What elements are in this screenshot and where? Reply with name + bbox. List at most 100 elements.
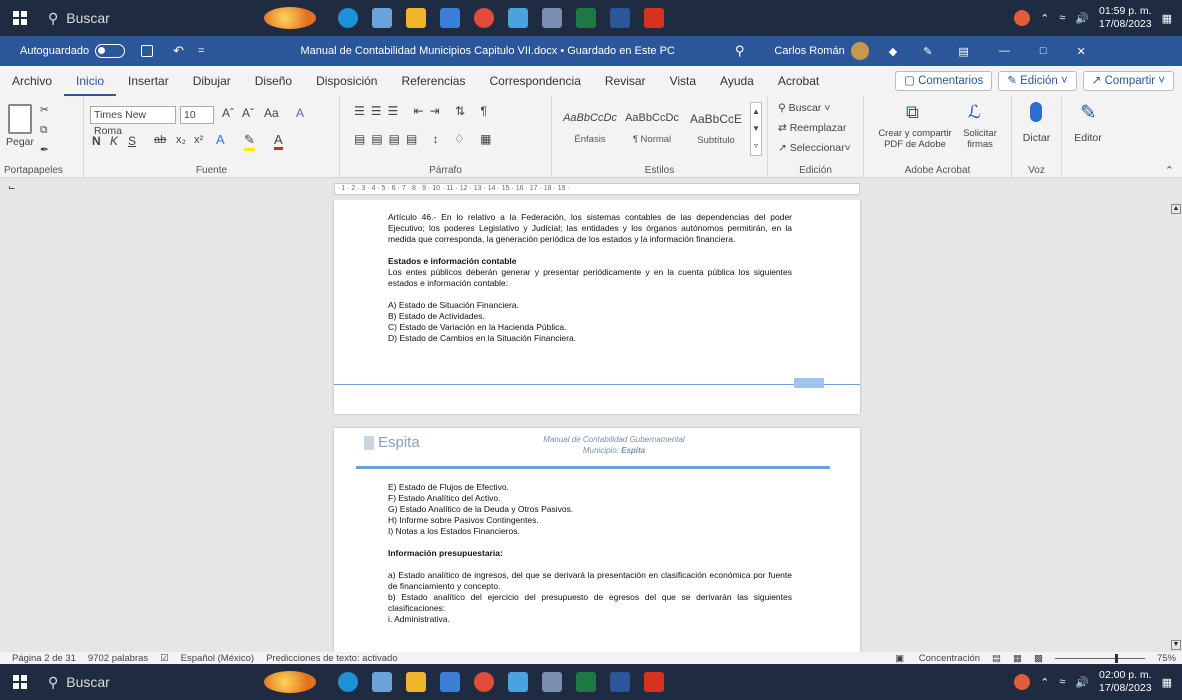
app-icon[interactable] <box>372 672 392 692</box>
superscript-icon[interactable]: x² <box>194 134 203 146</box>
read-mode-icon[interactable]: ▤ <box>992 653 1001 664</box>
subscript-icon[interactable]: x₂ <box>176 134 186 146</box>
dictate-button[interactable]: Dictar <box>1012 132 1061 144</box>
font-name-combo[interactable]: Times New Roma <box>90 106 176 137</box>
pen-icon[interactable]: ✎ <box>923 45 932 58</box>
chrome-icon[interactable] <box>474 8 494 28</box>
page-2-text[interactable]: E) Estado de Flujos de Efectivo. F) Esta… <box>388 482 792 625</box>
font-color-icon[interactable]: A <box>274 132 283 150</box>
tab-disposicion[interactable]: Disposición <box>304 66 389 96</box>
taskbar-search[interactable]: ⚲ Buscar <box>40 0 210 36</box>
notifications-icon[interactable]: ▦ <box>1162 676 1172 689</box>
tab-referencias[interactable]: Referencias <box>389 66 477 96</box>
replace-button[interactable]: ⇄ Reemplazar <box>778 122 846 134</box>
chevron-up-icon[interactable]: ⌃ <box>1040 676 1049 689</box>
notifications-icon[interactable]: ▦ <box>1162 12 1172 25</box>
wifi-icon[interactable]: ≈ <box>1059 12 1065 24</box>
app-icon[interactable] <box>508 8 528 28</box>
editor-icon[interactable]: ✎ <box>1080 100 1097 125</box>
tab-revisar[interactable]: Revisar <box>593 66 658 96</box>
text-predictions-status[interactable]: Predicciones de texto: activado <box>266 653 398 664</box>
maximize-icon[interactable]: □ <box>1040 45 1047 57</box>
tab-acrobat[interactable]: Acrobat <box>766 66 831 96</box>
style-subtitulo[interactable]: AaBbCcE Subtítulo <box>686 112 746 146</box>
style-normal[interactable]: AaBbCcDc ¶ Normal <box>622 112 682 145</box>
format-painter-icon[interactable]: ✒ <box>40 144 49 156</box>
document-title[interactable]: Manual de Contabilidad Municipios Capitu… <box>300 45 674 57</box>
tab-diseno[interactable]: Diseño <box>243 66 304 96</box>
app-icon[interactable] <box>508 672 528 692</box>
zoom-level[interactable]: 75% <box>1157 653 1176 664</box>
edge-icon[interactable] <box>338 672 358 692</box>
page-2[interactable]: Espita Manual de Contabilidad Gubernamen… <box>334 428 860 652</box>
store-icon[interactable] <box>440 672 460 692</box>
find-button[interactable]: ⚲ Buscar ˅ <box>778 102 830 114</box>
bold-icon[interactable]: N <box>92 134 101 148</box>
proofing-icon[interactable]: ☑ <box>160 653 169 664</box>
tab-vista[interactable]: Vista <box>658 66 708 96</box>
paste-icon[interactable] <box>8 104 32 134</box>
tab-dibujar[interactable]: Dibujar <box>181 66 243 96</box>
comments-button[interactable]: ▢ Comentarios <box>895 71 993 91</box>
volume-icon[interactable]: 🔊 <box>1075 12 1089 25</box>
save-icon[interactable] <box>141 45 154 57</box>
diamond-icon[interactable]: ◆ <box>889 45 897 58</box>
strikethrough-icon[interactable]: ab <box>154 134 166 146</box>
file-explorer-icon[interactable] <box>406 8 426 28</box>
signature-icon[interactable]: ℒ <box>968 102 981 123</box>
style-enfasis[interactable]: AaBbCcDc Énfasis <box>560 112 620 145</box>
focus-button[interactable]: ▣ Concentración <box>883 653 980 664</box>
print-layout-icon[interactable]: ▦ <box>1013 653 1022 664</box>
create-pdf-button[interactable]: Crear y compartir PDF de Adobe <box>878 128 952 150</box>
change-case-icon[interactable]: Aa <box>264 106 279 120</box>
wifi-icon[interactable]: ≈ <box>1059 676 1065 688</box>
volume-icon[interactable]: 🔊 <box>1075 676 1089 689</box>
undo-icon[interactable]: ↶ <box>173 43 184 59</box>
store-icon[interactable] <box>440 8 460 28</box>
edge-icon[interactable] <box>338 8 358 28</box>
page-1[interactable]: Artículo 46.- En lo relativo a la Federa… <box>334 200 860 414</box>
scroll-up-icon[interactable]: ▲ <box>1171 204 1181 214</box>
web-layout-icon[interactable]: ▩ <box>1034 653 1043 664</box>
quick-access-icon[interactable]: = <box>198 45 204 57</box>
acrobat-icon[interactable] <box>644 672 664 692</box>
select-button[interactable]: ↗ Seleccionar˅ <box>778 142 851 154</box>
pdf-icon[interactable]: ⧉ <box>906 102 919 123</box>
acrobat-icon[interactable] <box>644 8 664 28</box>
cut-icon[interactable]: ✂ <box>40 104 49 116</box>
start-button[interactable] <box>0 664 40 700</box>
clock[interactable]: 01:59 p. m. 17/08/2023 <box>1099 5 1152 31</box>
tab-insertar[interactable]: Insertar <box>116 66 181 96</box>
microphone-icon[interactable] <box>1030 102 1042 122</box>
avatar[interactable] <box>850 42 869 60</box>
underline-icon[interactable]: S <box>128 134 136 148</box>
word-count[interactable]: 9702 palabras <box>88 653 148 664</box>
help-icon[interactable] <box>1014 674 1031 690</box>
shrink-font-icon[interactable]: Aˇ <box>242 106 254 120</box>
tab-correspondencia[interactable]: Correspondencia <box>477 66 592 96</box>
app-icon[interactable] <box>372 8 392 28</box>
italic-icon[interactable]: K <box>110 134 118 148</box>
grow-font-icon[interactable]: Aˆ <box>222 106 234 120</box>
language-status[interactable]: Español (México) <box>181 653 254 664</box>
app-icon[interactable] <box>542 672 562 692</box>
editing-mode-button[interactable]: ✎ Edición ˅ <box>998 71 1077 91</box>
horizontal-ruler[interactable]: · 1 · 2 · 3 · 4 · 5 · 6 · 7 · 8 · 9 · 10… <box>334 183 860 195</box>
autosave-toggle[interactable] <box>95 44 126 58</box>
collapse-ribbon-icon[interactable]: ⌃ <box>1165 164 1174 177</box>
alignment-icons[interactable]: ▤▤▤▤ ↕ ♢ ▦ <box>354 132 497 146</box>
paste-button[interactable]: Pegar <box>6 136 34 148</box>
font-size-combo[interactable]: 10 <box>180 106 214 124</box>
ribbon-display-icon[interactable]: ▤ <box>958 45 968 58</box>
clear-format-icon[interactable]: A <box>296 106 304 120</box>
user-name[interactable]: Carlos Román <box>774 45 844 57</box>
minimize-icon[interactable]: — <box>999 45 1010 57</box>
tab-ayuda[interactable]: Ayuda <box>708 66 766 96</box>
page-1-text[interactable]: Artículo 46.- En lo relativo a la Federa… <box>388 212 792 344</box>
excel-icon[interactable] <box>576 8 596 28</box>
scroll-down-icon[interactable]: ▼ <box>1171 640 1181 650</box>
editor-button[interactable]: Editor <box>1062 132 1114 144</box>
tab-archivo[interactable]: Archivo <box>0 66 64 96</box>
taskbar-search[interactable]: ⚲ Buscar <box>40 664 210 700</box>
start-button[interactable] <box>0 0 40 36</box>
